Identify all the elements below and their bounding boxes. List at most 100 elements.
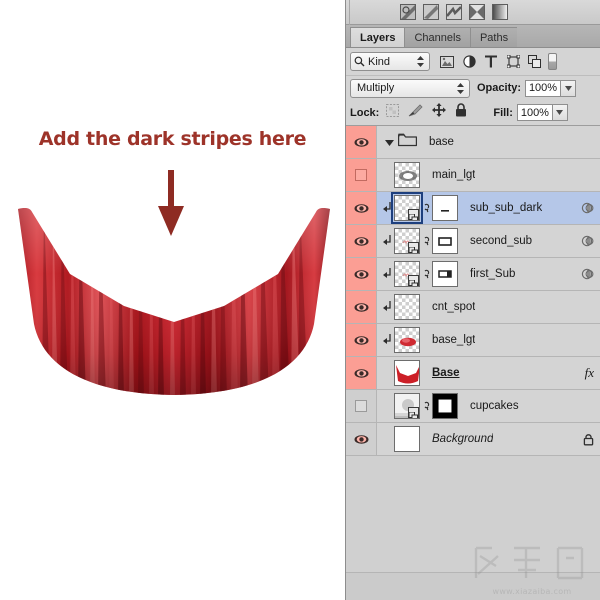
pixel-layer-filter-icon[interactable]: [440, 55, 454, 69]
lock-all-icon[interactable]: [455, 103, 467, 122]
mask-link-icon[interactable]: [422, 202, 431, 215]
layer-row-second_sub[interactable]: second_sub: [346, 225, 600, 258]
layer-thumbnail-main_lgt[interactable]: [394, 162, 420, 188]
vector-mask-icon[interactable]: [581, 268, 594, 281]
blend-stepper-icon[interactable]: [457, 82, 464, 94]
mask-link-icon[interactable]: [422, 268, 431, 281]
layer-body-Base[interactable]: Base fx: [377, 357, 600, 389]
tab-paths[interactable]: Paths: [469, 27, 518, 47]
layer-thumbnail-Base[interactable]: [394, 360, 420, 386]
layer-body-Background[interactable]: Background: [377, 423, 600, 455]
tab-paths-label: Paths: [479, 31, 509, 44]
shape-layer-filter-icon[interactable]: [506, 55, 520, 69]
eye-icon: [354, 302, 368, 312]
mask-link-icon[interactable]: [422, 400, 431, 413]
layer-row-sub_sub_dark[interactable]: sub_sub_dark: [346, 192, 600, 225]
padlock-icon: [583, 434, 594, 446]
layers-list[interactable]: base main_lgt sub_sub_dark second_sub first_…: [346, 126, 600, 572]
layer-row-base_lgt[interactable]: base_lgt: [346, 324, 600, 357]
layer-body-second_sub[interactable]: second_sub: [377, 225, 600, 257]
style-swatch-1[interactable]: [400, 4, 416, 20]
visibility-toggle-cupcakes[interactable]: [346, 390, 377, 422]
blend-mode-row: Multiply Opacity: 100%: [346, 76, 600, 100]
style-swatch-5[interactable]: [492, 4, 508, 20]
mask-link-icon[interactable]: [422, 235, 431, 248]
layer-body-cupcakes[interactable]: cupcakes: [377, 390, 600, 422]
layer-mask-thumbnail-cupcakes[interactable]: [432, 393, 458, 419]
fill-input[interactable]: 100%: [516, 104, 553, 121]
layer-thumbnail-base_lgt[interactable]: [394, 327, 420, 353]
layer-body-first_Sub[interactable]: first_Sub: [377, 258, 600, 290]
layer-row-Base[interactable]: Base fx: [346, 357, 600, 390]
layer-body-sub_sub_dark[interactable]: sub_sub_dark: [377, 192, 600, 224]
tab-layers[interactable]: Layers: [350, 27, 405, 47]
opacity-dropdown-arrow[interactable]: [561, 79, 577, 97]
vector-mask-indicator-second_sub[interactable]: [581, 235, 594, 248]
layer-body-main_lgt[interactable]: main_lgt: [377, 159, 600, 191]
layer-thumbnail-sub_sub_dark[interactable]: [391, 192, 423, 224]
style-swatch-4[interactable]: [469, 4, 485, 20]
layer-row-cnt_spot[interactable]: cnt_spot: [346, 291, 600, 324]
style-swatch-2[interactable]: [423, 4, 439, 20]
layer-mask-thumbnail-sub_sub_dark[interactable]: [432, 195, 458, 221]
type-layer-filter-icon[interactable]: [484, 55, 498, 69]
layer-row-cupcakes[interactable]: cupcakes: [346, 390, 600, 423]
filter-kind-select[interactable]: Kind: [350, 52, 430, 71]
layer-row-main_lgt[interactable]: main_lgt: [346, 159, 600, 192]
fill-dropdown-arrow[interactable]: [552, 104, 568, 121]
lock-transparent-pixels-icon[interactable]: [386, 103, 400, 122]
lock-icon-group: [386, 103, 467, 122]
layer-row-first_Sub[interactable]: first_Sub: [346, 258, 600, 291]
adjustment-layer-filter-icon[interactable]: [462, 55, 476, 69]
layer-thumbnail-second_sub[interactable]: [394, 228, 420, 254]
lock-image-pixels-icon[interactable]: [408, 103, 423, 122]
layer-name-cupcakes: cupcakes: [470, 400, 519, 412]
mask-link-sub_sub_dark[interactable]: [421, 202, 431, 215]
layer-mask-thumbnail-first_Sub[interactable]: [432, 261, 458, 287]
style-swatch-3[interactable]: [446, 4, 462, 20]
stepper-updown-icon[interactable]: [417, 56, 424, 67]
layer-mask-thumbnail-second_sub[interactable]: [432, 228, 458, 254]
clipping-mask-arrow-icon: [381, 300, 394, 314]
visibility-toggle-base_lgt[interactable]: [346, 324, 377, 356]
visibility-toggle-base[interactable]: [346, 126, 377, 158]
fill-label: Fill:: [493, 106, 513, 119]
layer-thumbnail-cnt_spot[interactable]: [394, 294, 420, 320]
canvas-area[interactable]: Add the dark stripes here: [0, 0, 345, 600]
visibility-toggle-cnt_spot[interactable]: [346, 291, 377, 323]
layer-row-Background[interactable]: Background: [346, 423, 600, 456]
visibility-toggle-Background[interactable]: [346, 423, 377, 455]
vector-mask-indicator-sub_sub_dark[interactable]: [581, 202, 594, 215]
opacity-input[interactable]: 100%: [525, 79, 562, 97]
layer-thumbnail-cupcakes[interactable]: [394, 393, 420, 419]
mask-link-first_Sub[interactable]: [421, 268, 431, 281]
vector-mask-icon[interactable]: [581, 235, 594, 248]
lock-position-icon[interactable]: [432, 103, 447, 122]
group-disclosure-icon[interactable]: [383, 138, 395, 147]
layer-row-base[interactable]: base: [346, 126, 600, 159]
mask-link-cupcakes[interactable]: [421, 400, 431, 413]
filter-enable-toggle[interactable]: [548, 53, 557, 70]
smart-object-filter-icon[interactable]: [528, 55, 542, 69]
vector-mask-indicator-first_Sub[interactable]: [581, 268, 594, 281]
cupcake-wrapper-artwork[interactable]: [14, 204, 334, 399]
layer-thumbnail-Background[interactable]: [394, 426, 420, 452]
layer-thumbnail-first_Sub[interactable]: [394, 261, 420, 287]
layer-body-base[interactable]: base: [377, 126, 600, 158]
layer-name-Background: Background: [432, 433, 494, 445]
visibility-toggle-second_sub[interactable]: [346, 225, 377, 257]
visibility-toggle-first_Sub[interactable]: [346, 258, 377, 290]
layer-effects-indicator[interactable]: fx: [585, 365, 594, 381]
visibility-toggle-main_lgt[interactable]: [346, 159, 377, 191]
visibility-toggle-Base[interactable]: [346, 357, 377, 389]
blend-mode-select[interactable]: Multiply: [350, 78, 470, 98]
mask-link-second_sub[interactable]: [421, 235, 431, 248]
layer-body-cnt_spot[interactable]: cnt_spot: [377, 291, 600, 323]
layer-body-base_lgt[interactable]: base_lgt: [377, 324, 600, 356]
magnifier-icon: [354, 56, 365, 67]
tab-channels[interactable]: Channels: [404, 27, 470, 47]
vector-mask-icon[interactable]: [581, 202, 594, 215]
visibility-toggle-sub_sub_dark[interactable]: [346, 192, 377, 224]
eye-off-icon: [355, 169, 367, 181]
clipping-mask-arrow-icon: [381, 333, 394, 347]
